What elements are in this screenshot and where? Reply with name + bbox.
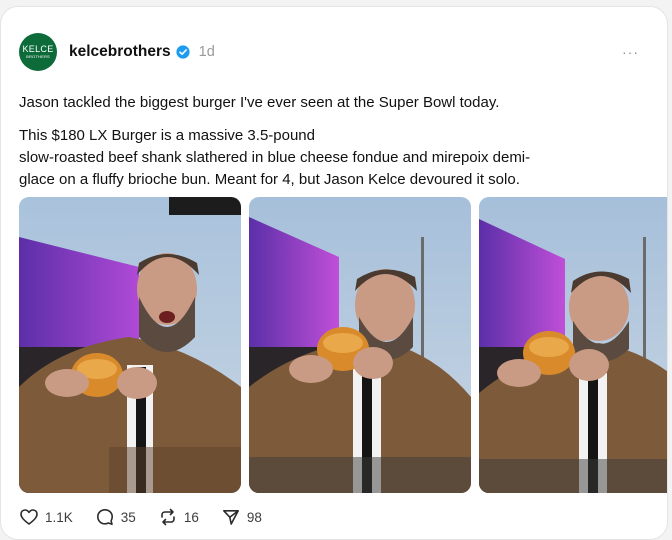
post-photo-2[interactable] [249,197,471,493]
share-button[interactable]: 98 [221,507,262,527]
heart-icon [19,507,39,527]
share-count: 98 [246,509,262,525]
post-photo-1[interactable] [19,197,241,493]
repost-count: 16 [183,509,199,525]
post-text-line: This $180 LX Burger is a massive 3.5-pou… [19,127,315,144]
avatar-logo-subtext: BROTHERS [26,54,50,59]
comment-icon [95,507,115,527]
repost-icon [158,507,178,527]
comment-count: 35 [120,509,136,525]
more-options-button[interactable]: ··· [622,45,639,59]
media-carousel[interactable] [19,197,667,493]
post-text-intro: Jason tackled the biggest burger I've ev… [19,94,500,111]
post-actions: 1.1K 35 16 98 [19,507,284,527]
post-text-body: This $180 LX Burger is a massive 3.5-pou… [19,125,659,191]
verified-badge-icon [176,45,190,59]
username[interactable]: kelcebrothers [69,43,171,61]
post-text-line: slow-roasted beef shank slathered in blu… [19,149,531,166]
comment-button[interactable]: 35 [95,507,136,527]
post-timestamp[interactable]: 1d [199,44,215,60]
like-button[interactable]: 1.1K [19,507,73,527]
post-card: KELCE BROTHERS kelcebrothers 1d ··· Jaso… [0,6,668,540]
avatar[interactable]: KELCE BROTHERS [19,33,57,71]
share-icon [221,507,241,527]
avatar-logo-text: KELCE [22,44,54,54]
like-count: 1.1K [45,509,73,525]
post-photo-3[interactable] [479,197,667,493]
post-text-line: glace on a fluffy brioche bun. Meant for… [19,171,520,188]
post-header: KELCE BROTHERS kelcebrothers 1d [19,33,215,71]
repost-button[interactable]: 16 [158,507,199,527]
